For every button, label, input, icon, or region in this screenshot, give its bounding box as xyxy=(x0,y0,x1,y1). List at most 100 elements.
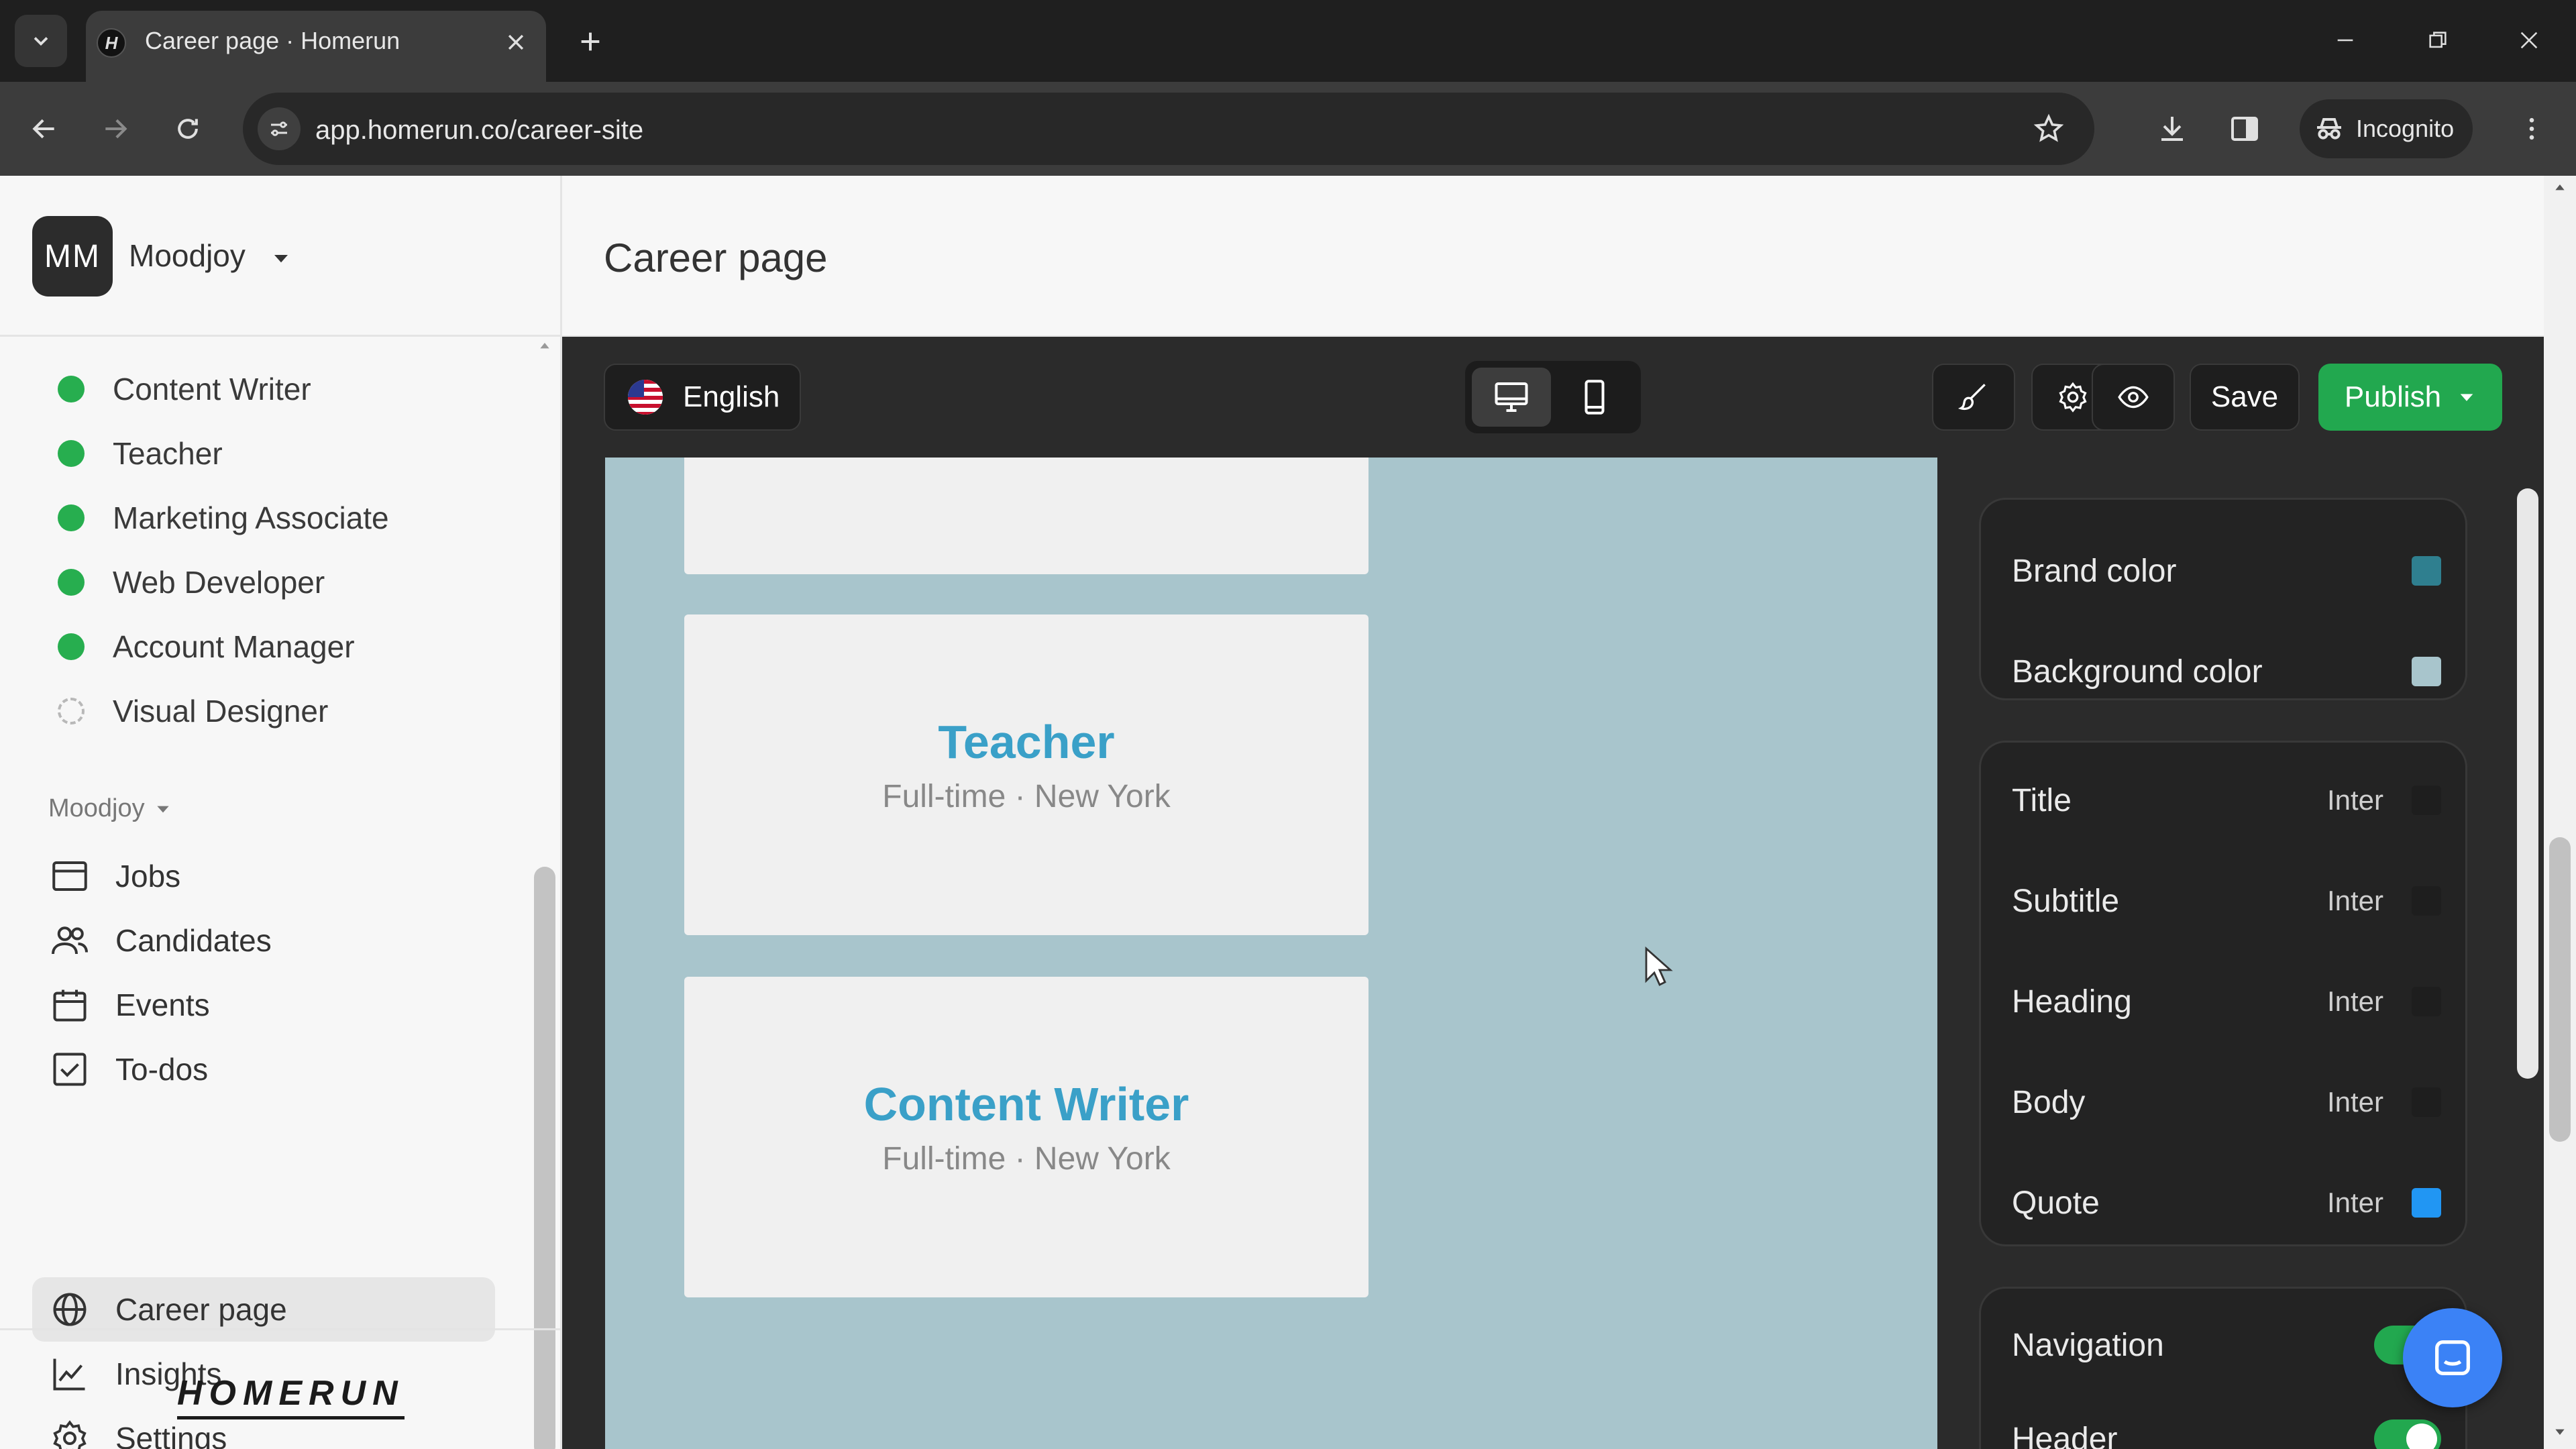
tab-search-button[interactable] xyxy=(15,15,67,67)
setting-label: Subtitle xyxy=(2012,883,2120,919)
publish-button[interactable]: Publish xyxy=(2318,364,2502,431)
globe-icon xyxy=(53,1293,87,1326)
body-font-row[interactable]: Body Inter xyxy=(2012,1075,2441,1129)
new-tab-button[interactable] xyxy=(572,23,609,60)
back-button[interactable] xyxy=(17,102,71,156)
design-panel: Brand color Background color Title Inter… xyxy=(1937,458,2544,1449)
forward-button[interactable] xyxy=(89,102,142,156)
sidebar-job-marketing-associate[interactable]: Marketing Associate xyxy=(58,498,389,538)
setting-label: Quote xyxy=(2012,1185,2100,1221)
heading-font-row[interactable]: Heading Inter xyxy=(2012,975,2441,1028)
incognito-label: Incognito xyxy=(2356,115,2455,142)
reload-icon xyxy=(178,119,198,139)
background-color-row[interactable]: Background color xyxy=(2012,645,2441,698)
font-color-swatch[interactable] xyxy=(2412,1188,2441,1218)
editor-scrollbar[interactable] xyxy=(2512,458,2544,1449)
sidebar-scrollbar[interactable] xyxy=(530,337,559,1449)
tab-close-button[interactable] xyxy=(499,25,533,59)
sidebar-job-teacher[interactable]: Teacher xyxy=(58,433,223,474)
desktop-preview-button[interactable] xyxy=(1472,368,1551,427)
bookmark-star-button[interactable] xyxy=(2030,110,2068,148)
brand-color-swatch[interactable] xyxy=(2412,556,2441,586)
browser-menu-button[interactable] xyxy=(2510,107,2553,150)
sidebar-job-web-developer[interactable]: Web Developer xyxy=(58,562,325,602)
workspace-section-toggle[interactable]: Moodjoy xyxy=(48,794,172,823)
job-card-meta: Full-time · New York xyxy=(882,779,1171,814)
chat-icon xyxy=(2435,1340,2470,1375)
plus-icon xyxy=(581,32,600,51)
font-color-swatch[interactable] xyxy=(2412,886,2441,916)
sidebar-job-label: Teacher xyxy=(113,436,223,471)
font-color-swatch[interactable] xyxy=(2412,786,2441,815)
side-panel-icon xyxy=(2231,117,2258,141)
workspace-name: Moodjoy xyxy=(129,238,246,273)
font-color-swatch[interactable] xyxy=(2412,987,2441,1016)
downloads-button[interactable] xyxy=(2151,107,2194,150)
header-toggle-row[interactable]: Header xyxy=(2012,1412,2441,1449)
header-toggle[interactable] xyxy=(2374,1419,2441,1449)
site-info-button[interactable] xyxy=(258,107,301,150)
subtitle-font-row[interactable]: Subtitle Inter xyxy=(2012,874,2441,928)
restore-window-button[interactable] xyxy=(2418,20,2458,60)
language-selector[interactable]: English xyxy=(604,364,801,431)
background-color-swatch[interactable] xyxy=(2412,657,2441,686)
job-card-teacher[interactable]: Teacher Full-time · New York xyxy=(684,614,1368,935)
typography-settings-card: Title Inter Subtitle Inter Heading Inter… xyxy=(1979,741,2467,1246)
navigation-toggle-row[interactable]: Navigation xyxy=(2012,1318,2441,1372)
mobile-preview-button[interactable] xyxy=(1555,368,1634,427)
app-sidebar: MM Moodjoy Content Writer Teacher Market… xyxy=(0,176,562,1449)
more-vertical-icon xyxy=(2529,117,2534,140)
setting-label: Header xyxy=(2012,1421,2118,1449)
close-window-button[interactable] xyxy=(2509,20,2549,60)
page-scrollbar[interactable] xyxy=(2544,176,2576,1449)
reload-button[interactable] xyxy=(161,102,215,156)
incognito-indicator[interactable]: Incognito xyxy=(2300,99,2473,158)
sidebar-item-to-dos[interactable]: To-dos xyxy=(32,1037,495,1102)
setting-label: Background color xyxy=(2012,653,2263,690)
quote-font-row[interactable]: Quote Inter xyxy=(2012,1176,2441,1230)
sidebar-job-content-writer[interactable]: Content Writer xyxy=(58,369,311,409)
title-font-row[interactable]: Title Inter xyxy=(2012,773,2441,827)
browser-tab-bar: H Career page · Homerun xyxy=(0,0,2576,82)
save-button[interactable]: Save xyxy=(2190,364,2300,431)
page-title: Career page xyxy=(604,235,828,280)
avatar: MM xyxy=(32,216,113,297)
sidebar-item-events[interactable]: Events xyxy=(32,973,495,1037)
homerun-logo: HOMERUN xyxy=(177,1373,405,1419)
editor-scrollbar-thumb[interactable] xyxy=(2517,488,2538,1079)
side-panel-button[interactable] xyxy=(2223,107,2266,150)
url-text: app.homerun.co/career-site xyxy=(315,115,644,145)
sidebar-job-visual-designer[interactable]: Visual Designer xyxy=(58,691,328,731)
job-card[interactable] xyxy=(684,458,1368,574)
sidebar-item-label: Career page xyxy=(115,1292,287,1327)
mouse-cursor-icon xyxy=(1645,946,1673,986)
sidebar-item-jobs[interactable]: Jobs xyxy=(32,844,495,908)
font-name: Inter xyxy=(2326,1187,2383,1218)
sidebar-job-label: Web Developer xyxy=(113,565,325,600)
published-status-dot xyxy=(58,376,85,402)
gear-icon xyxy=(2059,382,2087,413)
design-brush-button[interactable] xyxy=(1932,364,2015,431)
sidebar-item-label: Events xyxy=(115,987,210,1022)
setting-label: Navigation xyxy=(2012,1327,2164,1363)
page-scrollbar-thumb[interactable] xyxy=(2549,837,2571,1142)
preview-button[interactable] xyxy=(2092,364,2175,431)
support-chat-button[interactable] xyxy=(2403,1308,2502,1407)
phone-icon xyxy=(1585,380,1605,415)
briefcase-icon xyxy=(52,861,87,891)
caret-down-icon xyxy=(156,806,169,812)
sidebar-item-candidates[interactable]: Candidates xyxy=(32,908,495,973)
sidebar-job-account-manager[interactable]: Account Manager xyxy=(58,627,355,667)
sidebar-footer: HOMERUN xyxy=(0,1328,560,1449)
published-status-dot xyxy=(58,440,85,467)
brand-color-row[interactable]: Brand color xyxy=(2012,544,2441,598)
font-color-swatch[interactable] xyxy=(2412,1087,2441,1117)
publish-label: Publish xyxy=(2344,380,2442,413)
language-label: English xyxy=(683,380,780,413)
job-card-content-writer[interactable]: Content Writer Full-time · New York xyxy=(684,977,1368,1297)
scroll-up-arrow-icon xyxy=(2555,184,2565,191)
workspace-switcher[interactable]: MM Moodjoy xyxy=(0,176,560,337)
minimize-window-button[interactable] xyxy=(2325,20,2365,60)
address-bar[interactable]: app.homerun.co/career-site xyxy=(243,93,2094,165)
people-icon xyxy=(52,926,88,955)
